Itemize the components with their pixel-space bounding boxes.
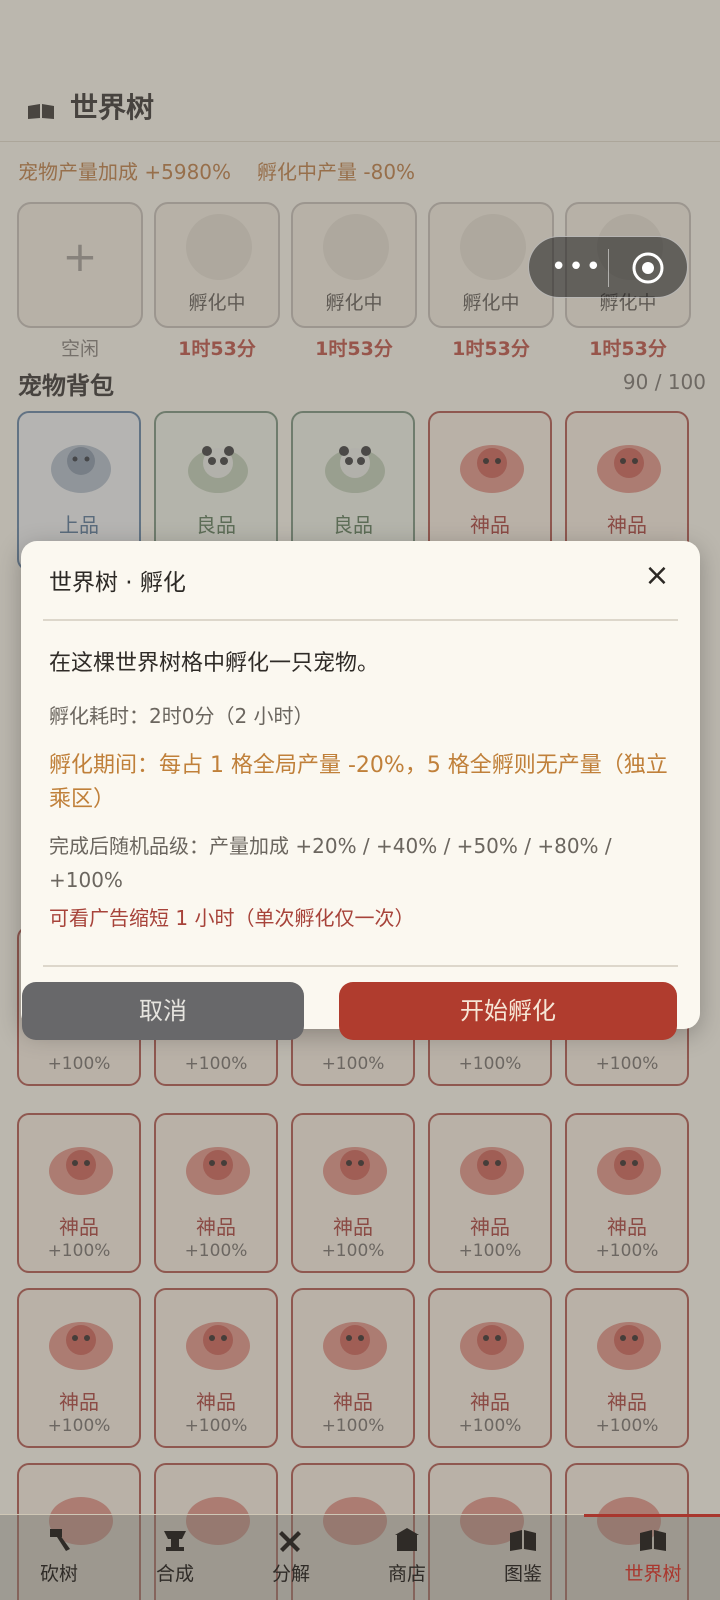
shop-icon <box>395 1528 419 1551</box>
divider <box>43 965 678 967</box>
nav-item-decompose[interactable]: 分解 <box>232 1525 350 1586</box>
tools-icon <box>279 1531 301 1552</box>
capsule-divider <box>608 249 609 287</box>
nav-item-world-tree[interactable]: 世界树 <box>594 1525 712 1586</box>
book-icon <box>510 1530 536 1551</box>
divider <box>43 619 678 621</box>
nav-label: 商店 <box>387 1563 426 1585</box>
nav-label: 砍树 <box>39 1563 78 1585</box>
nav-label: 世界树 <box>624 1563 682 1585</box>
more-dots-icon[interactable]: ••• <box>551 252 603 282</box>
hatch-cost: 孵化耗时：2时0分（2 小时） <box>49 704 314 728</box>
nav-label: 分解 <box>271 1563 310 1585</box>
cancel-button[interactable]: 取消 <box>22 982 304 1040</box>
page: 世界树 宠物产量加成 +5980% 孵化中产量 -80% + 孵化中 孵化中 孵化… <box>0 0 720 1600</box>
nav-item-chop[interactable]: 砍树 <box>0 1525 118 1586</box>
close-icon[interactable]: × <box>641 561 673 593</box>
nav-item-codex[interactable]: 图鉴 <box>464 1525 582 1586</box>
start-hatch-button[interactable]: 开始孵化 <box>339 982 677 1040</box>
nav-item-craft[interactable]: 合成 <box>116 1525 234 1586</box>
nav-label: 合成 <box>155 1563 194 1585</box>
nav-item-shop[interactable]: 商店 <box>348 1525 466 1586</box>
ad-note: 可看广告缩短 1 小时（单次孵化仅一次） <box>49 906 415 930</box>
bottom-nav: 砍树 合成 分解 商店 图鉴 世界树 <box>0 1514 720 1600</box>
book-icon <box>640 1530 666 1551</box>
nav-label: 图鉴 <box>503 1563 542 1585</box>
hatch-warning: 孵化期间：每占 1 格全局产量 -20%，5 格全孵则无产量（独立乘区） <box>49 753 668 812</box>
anvil-icon <box>164 1531 186 1551</box>
grade-list: 完成后随机品级：产量加成 +20% / +40% / +50% / +80% /… <box>49 834 612 892</box>
dialog-intro: 在这棵世界树格中孵化一只宠物。 <box>49 651 380 676</box>
miniprogram-capsule: ••• <box>528 236 688 298</box>
axe-icon <box>50 1529 70 1551</box>
dialog-title: 世界树 · 孵化 <box>49 570 186 596</box>
target-icon[interactable] <box>631 251 665 285</box>
hatch-dialog: 世界树 · 孵化 × 在这棵世界树格中孵化一只宠物。 孵化耗时：2时0分（2 小… <box>21 541 700 1029</box>
active-tab-indicator <box>584 1514 720 1517</box>
